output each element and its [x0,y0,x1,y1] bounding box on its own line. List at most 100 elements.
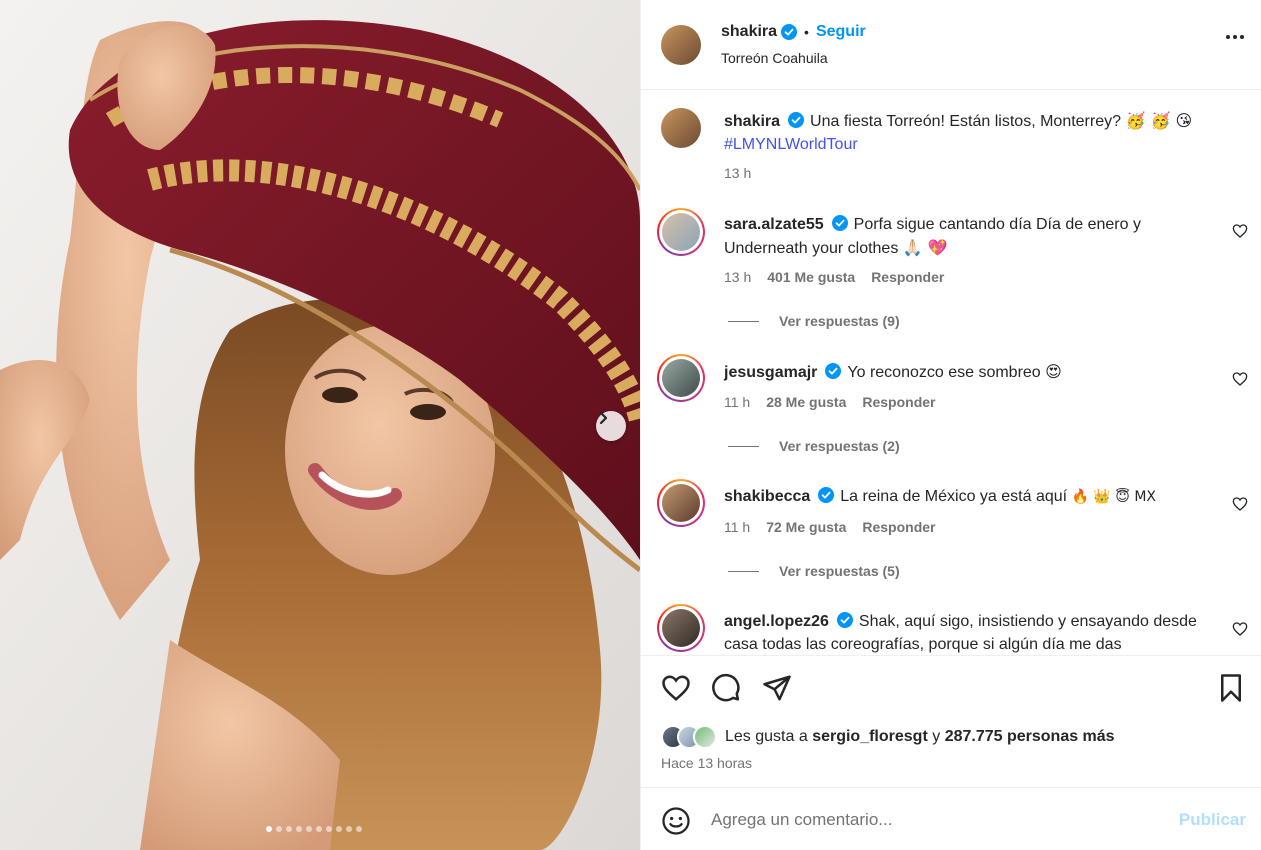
slide-dot [286,826,292,832]
comment-avatar-ring[interactable] [657,479,705,527]
comment-avatar-ring[interactable] [657,604,705,652]
header-separator: • [804,24,809,40]
comment-avatar [662,609,700,647]
smiley-icon[interactable] [661,806,691,836]
comment-avatar [662,484,700,522]
comment-time[interactable]: 11 h [724,394,750,410]
slide-dot [356,826,362,832]
comment-emojis: 😍 [1045,362,1062,381]
comment-emojis: 🙏🏻 💖 [902,238,948,257]
view-replies-button[interactable]: Ver respuestas (2) [728,438,900,454]
comment-avatar-ring[interactable] [657,208,705,256]
likes-others[interactable]: 287.775 personas más [945,728,1115,746]
slide-dot [336,826,342,832]
view-replies-label: Ver respuestas (2) [779,438,900,454]
post-time[interactable]: Hace 13 horas [661,755,752,771]
comment-likes[interactable]: 72 Me gusta [766,519,846,535]
slide-dot [276,826,282,832]
heart-icon[interactable] [661,673,691,703]
caption: shakira Una fiesta Torreón! Están listos,… [724,109,1204,156]
comment-text: La reina de México ya está aquí [840,488,1068,505]
slide-indicator [266,826,362,832]
comment-likes[interactable]: 28 Me gusta [766,394,846,410]
comment-avatar [662,359,700,397]
comment-time[interactable]: 13 h [724,269,751,285]
view-replies-button[interactable]: Ver respuestas (5) [728,563,900,579]
slide-dot [306,826,312,832]
slide-dot [326,826,332,832]
slide-dot [316,826,322,832]
comment-composer: Publicar [641,789,1261,850]
reply-button[interactable]: Responder [871,269,944,285]
slide-dot [346,826,352,832]
chevron-right-icon [599,411,608,425]
post-actions: Les gusta a sergio_floresgt y 287.775 pe… [641,655,1261,788]
verified-badge-icon [788,112,805,128]
verified-badge-icon [818,487,835,503]
caption-hashtag[interactable]: #LMYNLWorldTour [724,136,858,153]
heart-icon[interactable] [1232,496,1248,512]
view-replies-button[interactable]: Ver respuestas (9) [728,313,900,329]
next-slide-button[interactable] [596,411,626,441]
post-viewer: shakira • Seguir Torreón Coahuila shakir… [0,0,1261,850]
comment-username[interactable]: angel.lopez26 [724,613,829,630]
comment-username[interactable]: shakibecca [724,488,810,505]
comment: shakibecca La reina de México ya está aqu… [724,485,1204,509]
reply-button[interactable]: Responder [862,394,935,410]
heart-icon[interactable] [1232,371,1248,387]
author-avatar[interactable] [661,25,701,65]
post-header: shakira • Seguir Torreón Coahuila [641,0,1261,90]
comment-meta: 11 h 28 Me gusta Responder [724,394,935,410]
comment: jesusgamajr Yo reconozco ese sombreo 😍 [724,360,1204,384]
slide-dot [266,826,272,832]
comments-list[interactable]: shakira Una fiesta Torreón! Están listos,… [641,91,1261,654]
caption-time[interactable]: 13 h [724,165,751,181]
liker-avatar [693,725,717,749]
likes-prefix: Les gusta a [725,728,808,745]
comment-emojis: 🔥 👑 😇 MX [1071,489,1157,505]
caption-username[interactable]: shakira [724,113,780,130]
heart-icon[interactable] [1232,223,1248,239]
post-side-panel: shakira • Seguir Torreón Coahuila shakir… [640,0,1261,850]
more-options-button[interactable] [1226,35,1244,39]
comment-avatar-ring[interactable] [657,354,705,402]
more-horizontal-icon [1240,35,1244,39]
view-replies-label: Ver respuestas (9) [779,313,900,329]
likes-joiner: y [932,728,941,745]
verified-badge-icon [831,215,848,231]
liker-avatars [661,725,717,749]
more-horizontal-icon [1233,35,1237,39]
comment-username[interactable]: sara.alzate55 [724,216,824,233]
heart-icon[interactable] [1232,621,1248,637]
comment-username[interactable]: jesusgamajr [724,364,817,381]
publish-button[interactable]: Publicar [1179,810,1246,830]
caption-meta: 13 h [724,165,751,181]
comment-text: Yo reconozco ese sombreo [847,364,1041,381]
reply-button[interactable]: Responder [862,519,935,535]
likes-user[interactable]: sergio_floresgt [812,728,928,746]
comment-likes[interactable]: 401 Me gusta [767,269,855,285]
post-photo [0,0,640,850]
verified-badge-icon [825,363,842,379]
more-horizontal-icon [1226,35,1230,39]
comment-meta: 11 h 72 Me gusta Responder [724,519,935,535]
follow-button[interactable]: Seguir [816,23,866,41]
comment-meta: 13 h 401 Me gusta Responder [724,269,944,285]
comment-avatar [662,213,700,251]
comment-time[interactable]: 11 h [724,519,750,535]
likes-summary[interactable]: Les gusta a sergio_floresgt y 287.775 pe… [661,725,1115,749]
comment-icon[interactable] [711,673,741,703]
verified-badge-icon [836,612,853,628]
verified-badge-icon [781,24,798,40]
caption-avatar[interactable] [661,108,701,148]
author-username[interactable]: shakira [721,23,777,41]
bookmark-icon[interactable] [1216,673,1246,703]
send-icon[interactable] [762,673,792,703]
caption-emojis: 🥳 🥳 😘 [1125,111,1193,130]
post-media[interactable] [0,0,640,850]
slide-dot [296,826,302,832]
comment: angel.lopez26 Shak, aquí sigo, insistiend… [724,610,1204,654]
comment-input[interactable] [711,807,1171,833]
view-replies-label: Ver respuestas (5) [779,563,900,579]
post-location[interactable]: Torreón Coahuila [721,50,828,66]
